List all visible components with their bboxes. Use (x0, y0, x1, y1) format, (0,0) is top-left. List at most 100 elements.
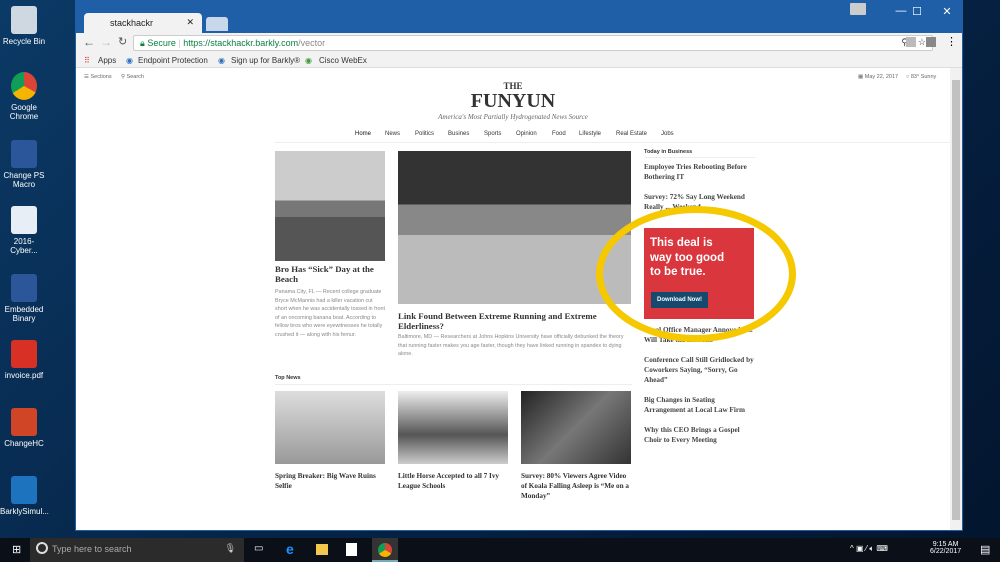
file-icon (11, 206, 37, 234)
search-link[interactable]: ⚲ Search (121, 74, 144, 80)
star-icon[interactable]: ☆ (918, 37, 926, 48)
desktop-icon-word2[interactable]: Embedded Binary (0, 274, 48, 323)
tagline: America's Most Partially Hydrogenated Ne… (438, 113, 588, 121)
store-icon[interactable] (346, 543, 357, 556)
desktop-icon-changehc[interactable]: ChangeHC (0, 408, 48, 448)
desktop-icon-barkly[interactable]: BarklySimul... (0, 476, 49, 516)
clock[interactable]: 9:15 AM 6/22/2017 (930, 541, 961, 555)
tab-title: stackhackr (110, 18, 154, 28)
top-news-headline-3[interactable]: Survey: 80% Viewers Agree Video of Koala… (521, 471, 633, 501)
start-icon[interactable]: ⊞ (12, 543, 21, 556)
story1-summary: Panama City, FL — Recent college graduat… (275, 289, 385, 338)
desktop-icon-word1[interactable]: Change PS Macro (0, 140, 48, 189)
web-page: ☰ Sections ⚲ Search ▦ May 22, 2017 ○ 83°… (76, 68, 950, 530)
sidebar-headline-5[interactable]: Big Changes in Seating Arrangement at Lo… (644, 395, 756, 415)
lock-icon: 🔒︎ (140, 38, 145, 48)
section-nav: Home News Politics Busines Sports Opinio… (76, 131, 950, 141)
scrollbar[interactable] (950, 68, 962, 530)
toolbar: ← → ↻ 🔒︎ Secure | https://stackhackr.bar… (76, 33, 962, 53)
extension-icon[interactable] (926, 37, 936, 47)
extension-icon[interactable] (906, 37, 916, 47)
forward-icon[interactable]: → (100, 35, 112, 49)
chrome-taskbar-button[interactable] (372, 538, 398, 562)
desktop-icon-chrome[interactable]: Google Chrome (0, 72, 48, 121)
action-center-icon[interactable]: ▤ (980, 543, 990, 556)
masthead-logo[interactable]: FUNYUN (76, 90, 950, 113)
desktop-icon-invoice[interactable]: invoice.pdf (0, 340, 48, 380)
nav-lifestyle[interactable]: Lifestyle (579, 131, 601, 137)
divider (275, 384, 632, 385)
nav-jobs[interactable]: Jobs (661, 131, 674, 137)
desktop-icon-pdf1[interactable]: 2016-Cyber... (0, 206, 48, 255)
bookmarks-bar: ⠿ Apps ◉ Endpoint Protection ◉ Sign up f… (76, 53, 962, 68)
recycle-bin-icon (11, 6, 37, 34)
powerpoint-icon (11, 408, 37, 436)
bookmark-endpoint-protection[interactable]: Endpoint Protection (138, 56, 208, 65)
story2-headline[interactable]: Link Found Between Extreme Running and E… (398, 311, 633, 331)
label: invoice.pdf (4, 371, 44, 380)
barkly-icon: ◉ (218, 56, 225, 65)
chrome-icon (11, 72, 37, 100)
browser-window: stackhackr ✕ — ☐ ✕ ← → ↻ 🔒︎ Secure | http… (75, 0, 963, 531)
sidebar-headline-4[interactable]: Conference Call Still Gridlocked by Cowo… (644, 355, 756, 385)
microphone-icon[interactable]: 🎙︎ (225, 543, 236, 554)
close-tab-icon[interactable]: ✕ (186, 17, 194, 28)
barkly-icon: ◉ (126, 56, 133, 65)
desktop-icon-recycle-bin[interactable]: Recycle Bin (0, 6, 48, 46)
apps-icon: ⠿ (84, 56, 90, 65)
top-news-image-1[interactable] (275, 391, 385, 464)
date-display: ▦ May 22, 2017 (858, 74, 899, 80)
label: Recycle Bin (2, 37, 46, 46)
menu-icon[interactable]: ⋮ (946, 35, 957, 48)
profile-icon[interactable] (850, 3, 866, 15)
date: 6/22/2017 (930, 548, 962, 555)
sections-link[interactable]: ☰ Sections (84, 74, 112, 80)
bookmark-cisco-webex[interactable]: Cisco WebEx (319, 56, 367, 65)
task-view-icon[interactable]: ▭ (254, 543, 263, 554)
pdf-icon (11, 340, 37, 368)
system-tray-icons[interactable]: ^ ▣ ⁄ 🔈︎ ⌨︎ (850, 544, 888, 554)
search-label: Search (126, 74, 144, 80)
nav-sports[interactable]: Sports (484, 131, 501, 137)
nav-real-estate[interactable]: Real Estate (616, 131, 647, 137)
url-path: /vector (298, 38, 326, 48)
file-explorer-icon[interactable] (316, 544, 328, 555)
weather: 83° Sunny (910, 74, 937, 80)
top-news-image-2[interactable] (398, 391, 508, 464)
label: Embedded Binary (4, 305, 44, 323)
address-bar[interactable]: 🔒︎ Secure | https://stackhackr.barkly.co… (133, 35, 933, 51)
top-news-image-3[interactable] (521, 391, 631, 464)
app-icon (11, 476, 37, 504)
scrollbar-thumb[interactable] (952, 80, 960, 520)
date: May 22, 2017 (864, 74, 899, 80)
nav-business[interactable]: Busines (448, 131, 469, 137)
taskbar-search[interactable]: Type here to search 🎙︎ (30, 538, 244, 562)
new-tab-button[interactable] (206, 17, 228, 31)
reload-icon[interactable]: ↻ (118, 35, 127, 48)
weather-display: ○ 83° Sunny (906, 74, 937, 80)
top-news-headline-2[interactable]: Little Horse Accepted to all 7 Ivy Leagu… (398, 471, 508, 491)
story1-headline[interactable]: Bro Has “Sick” Day at the Beach (275, 264, 385, 284)
sidebar-headline-6[interactable]: Why this CEO Brings a Gospel Choir to Ev… (644, 425, 756, 445)
sidebar-headline-1[interactable]: Employee Tries Rebooting Before Botherin… (644, 162, 756, 182)
nav-news[interactable]: News (385, 131, 400, 137)
story2-summary: Baltimore, MD — Researchers at Johns Hop… (398, 334, 624, 358)
top-news-headline-1[interactable]: Spring Breaker: Big Wave Ruins Selfie (275, 471, 385, 491)
nav-home[interactable]: Home (355, 131, 371, 137)
edge-icon[interactable]: e (286, 541, 294, 557)
maximize-button[interactable]: ☐ (902, 5, 932, 18)
story1-image[interactable] (275, 151, 385, 261)
label: Google Chrome (9, 103, 39, 121)
chrome-icon (378, 543, 392, 557)
bookmark-apps[interactable]: Apps (98, 56, 116, 65)
sidebar-label: Today in Business (644, 149, 693, 155)
nav-opinion[interactable]: Opinion (516, 131, 537, 137)
tab-stackhackr[interactable]: stackhackr ✕ (84, 13, 202, 33)
label: BarklySimul... (0, 507, 49, 516)
bookmark-sign-up-barkly[interactable]: Sign up for Barkly® (231, 56, 300, 65)
top-news-label: Top News (275, 375, 301, 381)
close-button[interactable]: ✕ (932, 5, 962, 18)
nav-politics[interactable]: Politics (415, 131, 434, 137)
back-icon[interactable]: ← (83, 35, 95, 49)
nav-food[interactable]: Food (552, 131, 566, 137)
